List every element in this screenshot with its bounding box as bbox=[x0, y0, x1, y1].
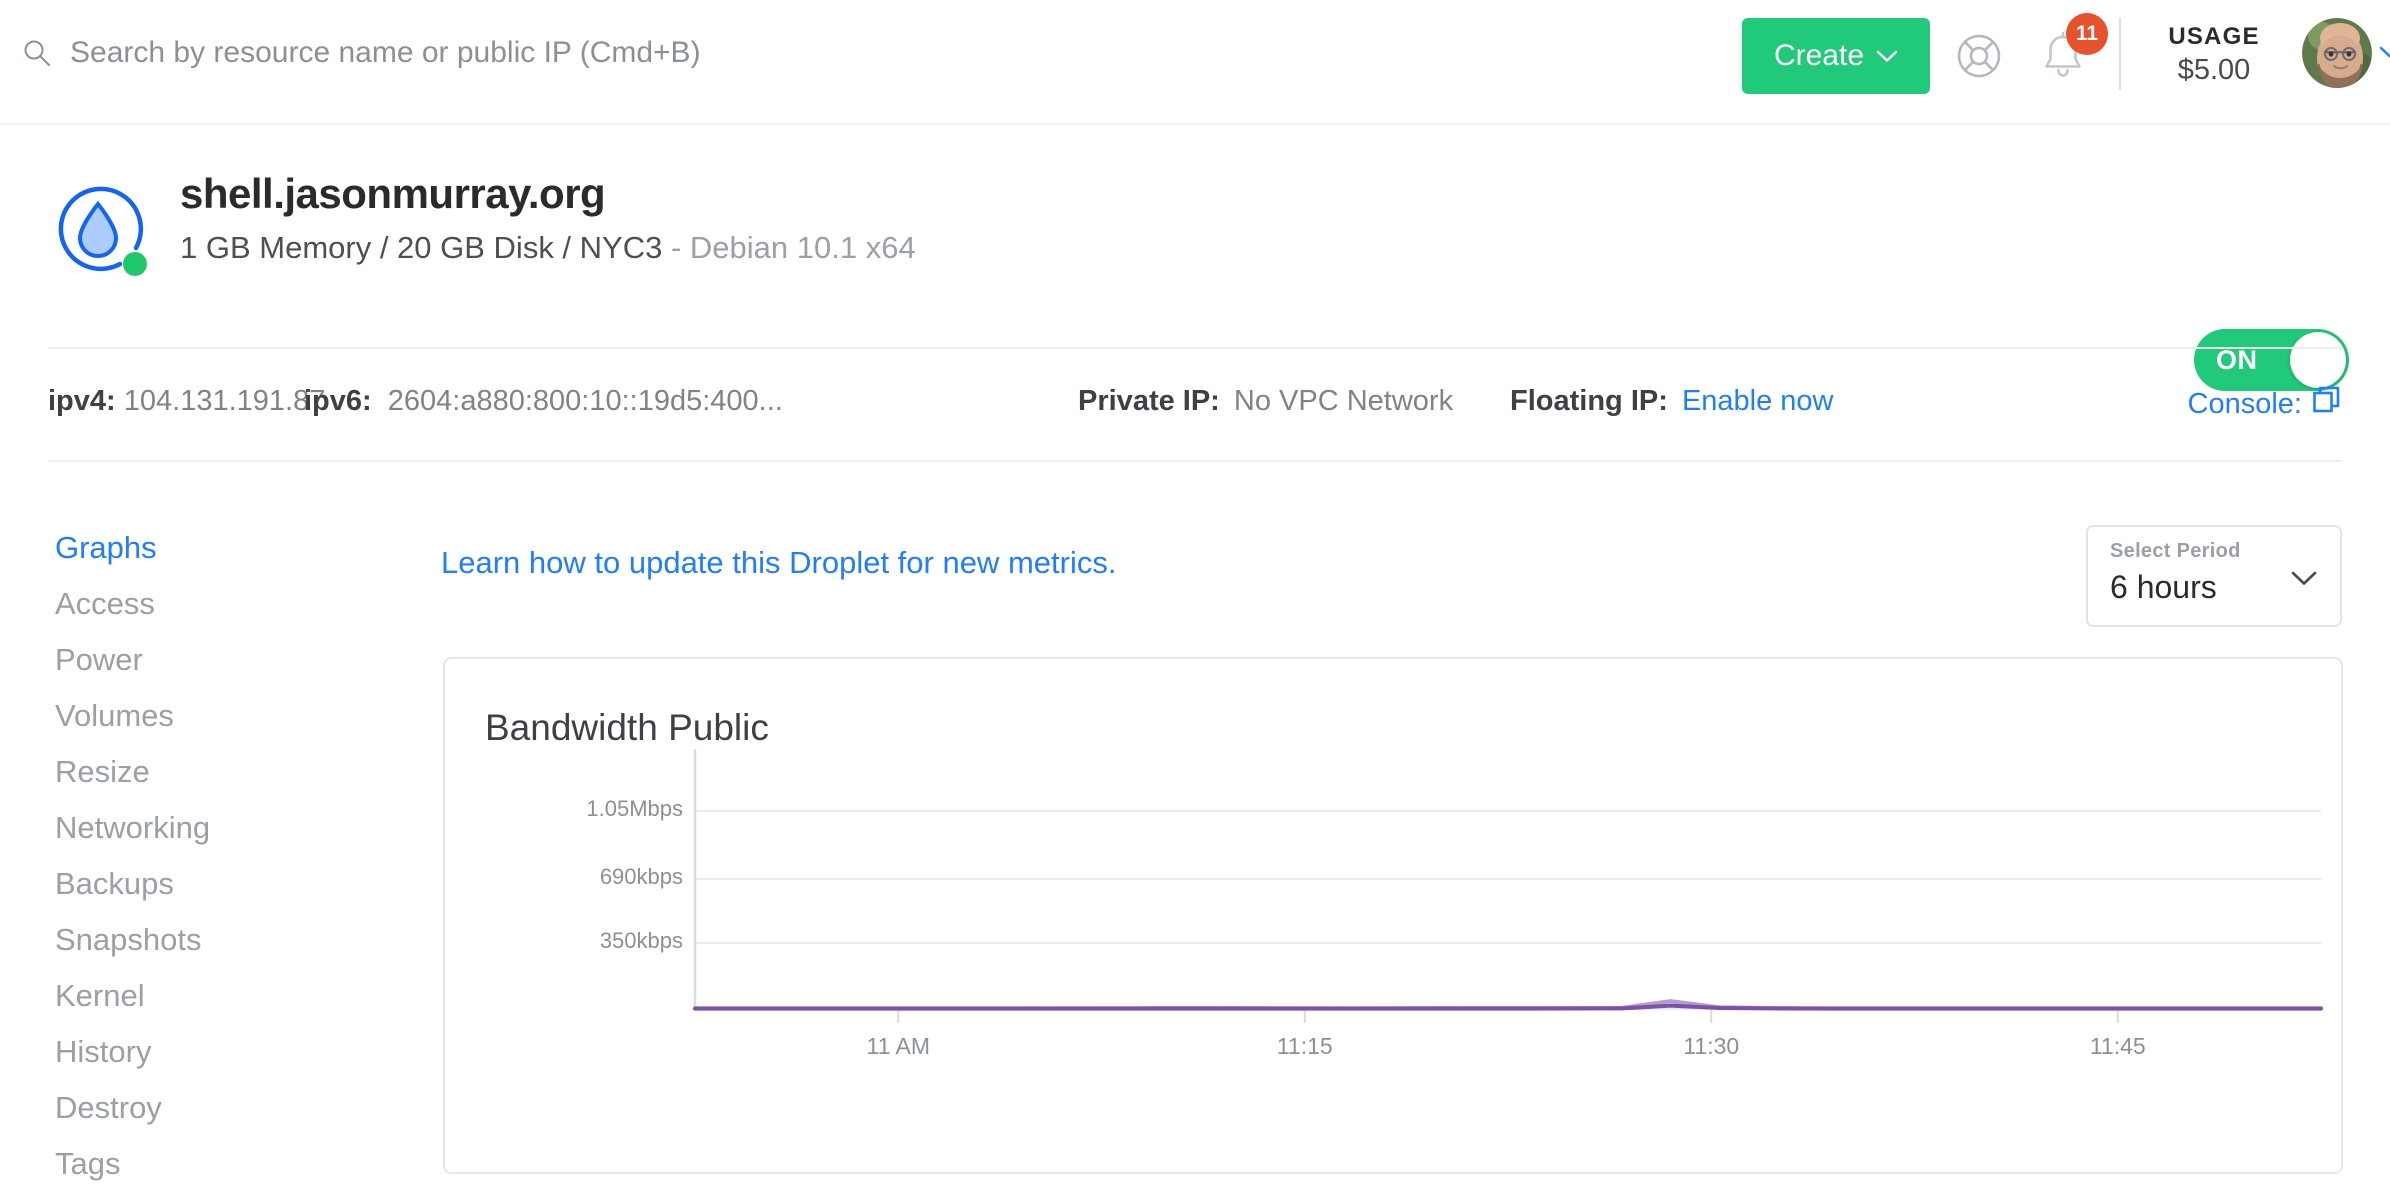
usage-amount: $5.00 bbox=[2177, 54, 2251, 86]
ipv6-info: ipv6: 2604:a880:800:10::19d5:400... bbox=[304, 385, 783, 418]
sidebar-item-tags[interactable]: Tags bbox=[55, 1136, 355, 1192]
search-icon bbox=[22, 38, 52, 68]
sidebar-item-backups[interactable]: Backups bbox=[55, 856, 355, 912]
lifebuoy-icon bbox=[1956, 34, 2002, 82]
update-metrics-link[interactable]: Learn how to update this Droplet for new… bbox=[441, 545, 1116, 581]
floating-ip-enable-link[interactable]: Enable now bbox=[1682, 385, 1834, 417]
droplet-specs-text: 1 GB Memory / 20 GB Disk / NYC3 bbox=[180, 230, 663, 265]
floating-ip-label: Floating IP: bbox=[1510, 385, 1668, 417]
sidebar-item-power[interactable]: Power bbox=[55, 632, 355, 688]
ipv6-value[interactable]: 2604:a880:800:10::19d5:400... bbox=[388, 385, 783, 417]
console-link[interactable]: Console: bbox=[2188, 385, 2342, 423]
sidebar-item-snapshots[interactable]: Snapshots bbox=[55, 912, 355, 968]
sidebar-item-volumes[interactable]: Volumes bbox=[55, 688, 355, 744]
search-area bbox=[22, 36, 1570, 70]
notifications-badge: 11 bbox=[2066, 13, 2108, 55]
droplet-sidebar-nav: Graphs Access Power Volumes Resize Netwo… bbox=[55, 520, 355, 1192]
sidebar-item-graphs[interactable]: Graphs bbox=[55, 520, 355, 576]
select-period-label: Select Period bbox=[2110, 540, 2241, 562]
sidebar-item-networking[interactable]: Networking bbox=[55, 800, 355, 856]
private-ip-label: Private IP: bbox=[1078, 385, 1220, 417]
console-label: Console: bbox=[2187, 387, 2302, 420]
private-ip-value: No VPC Network bbox=[1233, 385, 1454, 417]
droplet-os-separator: - bbox=[662, 230, 690, 265]
external-window-icon bbox=[2312, 385, 2342, 423]
header-divider bbox=[2119, 18, 2121, 90]
droplet-specs: 1 GB Memory / 20 GB Disk / NYC3 - Debian… bbox=[180, 230, 916, 266]
chevron-down-icon bbox=[1876, 49, 1898, 63]
select-period-dropdown[interactable]: Select Period 6 hours bbox=[2086, 525, 2342, 627]
floating-ip-info: Floating IP: Enable now bbox=[1510, 385, 1834, 418]
sidebar-item-kernel[interactable]: Kernel bbox=[55, 968, 355, 1024]
sidebar-item-resize[interactable]: Resize bbox=[55, 744, 355, 800]
sidebar-item-destroy[interactable]: Destroy bbox=[55, 1080, 355, 1136]
sidebar-item-access[interactable]: Access bbox=[55, 576, 355, 632]
ipv4-label: ipv4: bbox=[48, 385, 116, 417]
sidebar-item-history[interactable]: History bbox=[55, 1024, 355, 1080]
private-ip-info: Private IP: No VPC Network bbox=[1078, 385, 1453, 418]
usage-summary[interactable]: USAGE $5.00 bbox=[2149, 22, 2279, 88]
ipv4-value[interactable]: 104.131.191.87 bbox=[124, 385, 326, 417]
page-title: shell.jasonmurray.org bbox=[180, 170, 606, 217]
bell-icon bbox=[2037, 31, 2089, 85]
network-info-bar: ipv4: 104.131.191.87 ipv6: 2604:a880:800… bbox=[48, 347, 2342, 462]
bandwidth-public-chart-card: Bandwidth Public 1.05Mbps 690kbps 350kbps … bbox=[443, 657, 2343, 1174]
create-button[interactable]: Create bbox=[1742, 18, 1930, 94]
droplet-header: shell.jasonmurray.org 1 GB Memory / 20 G… bbox=[0, 125, 2390, 391]
select-period-value: 6 hours bbox=[2110, 569, 2217, 605]
support-button[interactable] bbox=[1956, 33, 2002, 79]
droplet-os: Debian 10.1 x64 bbox=[689, 230, 916, 265]
droplet-icon bbox=[48, 178, 148, 282]
top-header-bar: Create 11 bbox=[0, 0, 2390, 125]
ipv6-label: ipv6: bbox=[304, 385, 372, 417]
chart-plot-area[interactable] bbox=[445, 659, 2341, 1172]
avatar[interactable] bbox=[2302, 18, 2372, 88]
create-button-label: Create bbox=[1773, 39, 1865, 72]
search-input[interactable] bbox=[70, 36, 1570, 70]
usage-label: USAGE bbox=[2168, 23, 2260, 50]
ipv4-info: ipv4: 104.131.191.87 bbox=[48, 385, 325, 418]
